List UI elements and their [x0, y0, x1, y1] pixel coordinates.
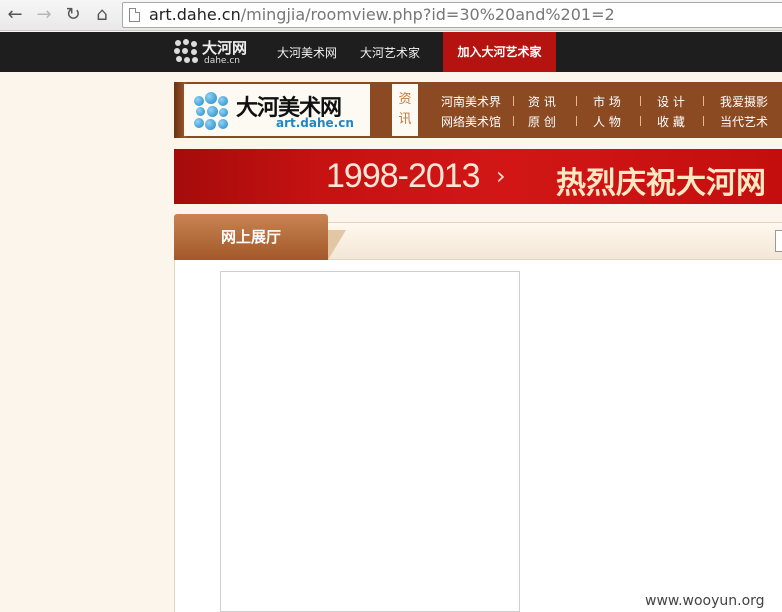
nav-divider — [576, 116, 577, 126]
tab-wedge — [328, 230, 346, 260]
nav-item[interactable]: 我爱摄影 — [720, 93, 768, 110]
forward-icon[interactable]: → — [33, 4, 55, 26]
url-text[interactable]: art.dahe.cn/mingjia/roomview.php?id=30%2… — [149, 5, 615, 25]
anniversary-banner[interactable]: 1998-2013 › 热烈庆祝大河网 — [174, 149, 782, 204]
site-logo[interactable]: 大河美术网 art.dahe.cn — [184, 84, 370, 136]
watermark: www.wooyun.org — [645, 593, 765, 609]
nav-item[interactable]: 网络美术馆 — [441, 113, 501, 130]
address-bar[interactable]: art.dahe.cn/mingjia/roomview.php?id=30%2… — [122, 2, 782, 28]
site-header: 大河美术网 art.dahe.cn 资 讯 河南美术界 资 讯 市 场 设 计 … — [174, 82, 782, 138]
dahe-logo-name: 大河网 — [202, 39, 248, 57]
chevron-right-icon: › — [496, 162, 506, 190]
dahe-dots-icon — [174, 39, 200, 65]
nav-divider — [576, 96, 577, 106]
site-domain: art.dahe.cn — [276, 116, 354, 130]
back-icon[interactable]: ← — [4, 4, 26, 26]
nav-divider — [703, 116, 704, 126]
nav-item[interactable]: 收 藏 — [657, 113, 685, 130]
join-button[interactable]: 加入大河艺术家 — [443, 32, 556, 72]
dahe-logo-sub: dahe.cn — [204, 56, 240, 66]
nav-item[interactable]: 当代艺术 — [720, 113, 768, 130]
nav-divider — [640, 96, 641, 106]
nav-item[interactable]: 原 创 — [528, 113, 556, 130]
nav-item[interactable]: 资 讯 — [528, 93, 556, 110]
empty-image-frame — [220, 271, 520, 612]
tab-edge-box — [775, 230, 782, 252]
nav-divider — [640, 116, 641, 126]
dahe-logo[interactable]: 大河网 dahe.cn — [174, 37, 258, 67]
section-tab-news[interactable]: 资 讯 — [392, 84, 418, 136]
section-tab-char-1: 资 — [398, 92, 412, 107]
reload-icon[interactable]: ↻ — [62, 4, 84, 26]
nav-item[interactable]: 河南美术界 — [441, 93, 501, 110]
home-icon[interactable]: ⌂ — [91, 4, 113, 26]
nav-divider — [513, 116, 514, 126]
url-host: art.dahe.cn — [149, 5, 241, 24]
topbar-link-art[interactable]: 大河美术网 — [277, 44, 337, 61]
banner-years: 1998-2013 — [326, 157, 481, 195]
nav-divider — [513, 96, 514, 106]
tab-online-gallery[interactable]: 网上展厅 — [174, 214, 328, 260]
page-icon — [129, 8, 140, 22]
nav-divider — [703, 96, 704, 106]
nav-item[interactable]: 设 计 — [657, 93, 685, 110]
nav-item[interactable]: 人 物 — [593, 113, 621, 130]
banner-slogan: 热烈庆祝大河网 — [556, 166, 766, 201]
url-path: /mingjia/roomview.php?id=30%20and%201=2 — [240, 5, 615, 24]
browser-toolbar: ← → ↻ ⌂ art.dahe.cn/mingjia/roomview.php… — [0, 0, 782, 31]
nav-item[interactable]: 市 场 — [593, 93, 621, 110]
bubbles-logo-icon — [194, 92, 232, 130]
header-nav: 河南美术界 资 讯 市 场 设 计 我爱摄影 网络美术馆 原 创 人 物 收 藏… — [438, 82, 782, 138]
section-tab-char-2: 讯 — [398, 112, 412, 127]
topbar-link-artist[interactable]: 大河艺术家 — [360, 44, 420, 61]
site-topbar: 大河网 dahe.cn 大河美术网 大河艺术家 加入大河艺术家 — [0, 32, 782, 72]
